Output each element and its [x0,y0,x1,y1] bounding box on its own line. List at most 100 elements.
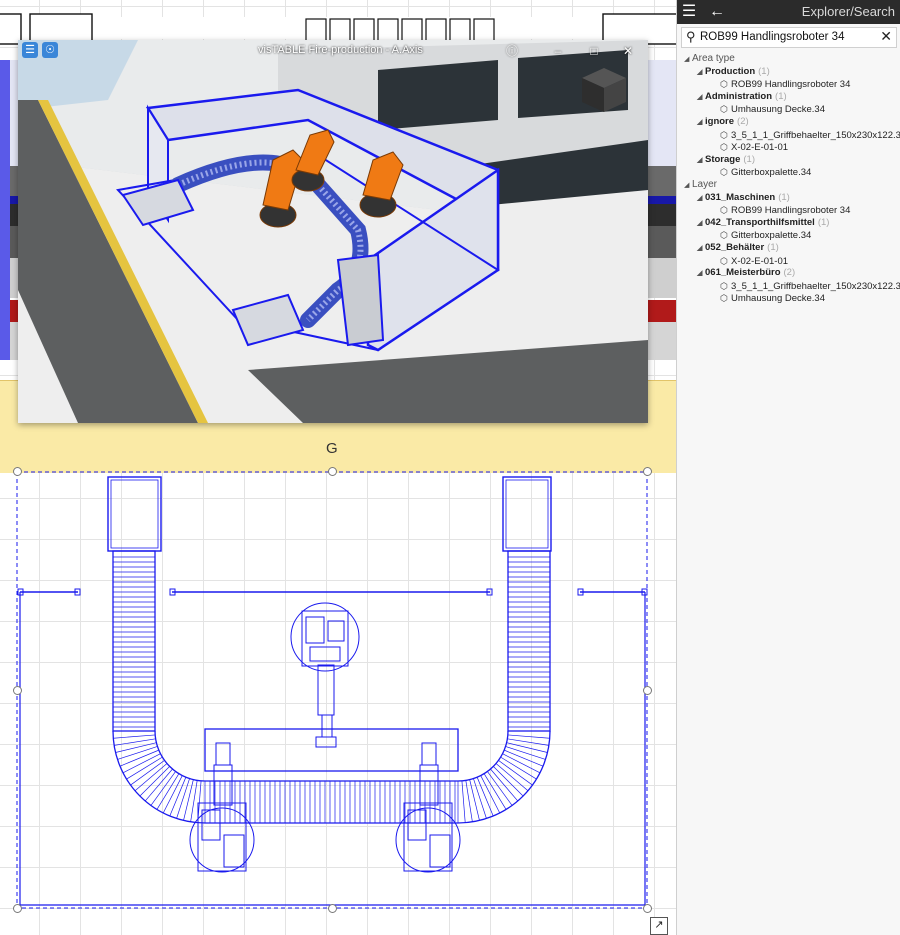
group-count: (2) [737,115,749,127]
item-label: ROB99 Handlingsroboter 34 [731,79,851,91]
tree-section[interactable]: ◢ Layer [677,179,900,192]
cube-icon: ⬡ [720,129,728,140]
robot-symbol[interactable] [189,742,255,873]
group-label: ignore [705,115,735,127]
resize-handle[interactable] [643,467,652,476]
window-title: visTABLE Fire-production - A.Axis [258,44,423,56]
conveyor-roller [461,780,466,823]
tree-item[interactable]: ⬡ Gitterboxpalette.34 [677,229,900,242]
robot-symbol[interactable] [290,602,360,748]
tree-section[interactable]: ◢ Area type [677,53,900,66]
cube-icon: ⬡ [720,167,728,178]
resize-handle[interactable] [13,467,22,476]
conveyor-roller [498,760,533,786]
tree-item[interactable]: ⬡ X-02-E-01-01 [677,255,900,268]
cube-icon: ⬡ [720,280,728,291]
item-label: 3_5_1_1_Griffbehaelter_150x230x122.34 [731,129,900,141]
group-count: (2) [783,267,796,279]
tree-item[interactable]: ⬡ 3_5_1_1_Griffbehaelter_150x230x122.34 [677,129,900,142]
minimize-icon[interactable]: – [548,42,568,60]
conveyor-roller [493,766,524,797]
conveyor-roller [134,763,168,792]
item-label: X-02-E-01-01 [731,142,789,154]
scene-3d[interactable] [18,40,648,423]
tree-group[interactable]: ◢ Production (1) [677,66,900,79]
conveyor-roller [487,771,513,806]
close-icon[interactable]: ✕ [880,28,892,45]
item-label: Gitterboxpalette.34 [731,167,812,179]
cube-icon: ⬡ [720,205,728,216]
search-value[interactable]: ROB99 Handlingsroboter 34 [700,31,844,43]
result-tree: ◢ Area type ◢ Production (1) ⬡ ROB99 Handlin… [677,53,900,305]
group-count: (1) [743,153,755,165]
view-3d-window[interactable]: ☰ ☉ visTABLE Fire-production - A.Axis ⓘ … [18,40,648,423]
robot-symbol[interactable] [395,742,461,873]
group-label: Storage [705,153,741,165]
item-label: Umhausung Decke.34 [731,293,825,305]
cube-icon: ⬡ [720,104,728,115]
resize-handle[interactable] [13,904,22,913]
window-titlebar[interactable]: ☰ ☉ visTABLE Fire-production - A.Axis ⓘ … [18,40,648,62]
tree-group[interactable]: ◢ 031_Maschinen (1) [677,192,900,205]
section-label: Layer [692,178,718,190]
resize-handle[interactable] [643,686,652,695]
tree-group[interactable]: ◢ 052_Behälter (1) [677,242,900,255]
conveyor-roller [495,763,529,792]
resize-handle[interactable] [328,904,337,913]
conveyor-roller [144,768,173,802]
tree-group[interactable]: ◢ 061_Meisterbüro (2) [677,267,900,280]
conveyor-roller [150,771,176,806]
group-label: 061_Meisterbüro [705,267,781,279]
explorer-panel: ☰ ← Explorer/Search ⚲ ROB99 Handlingsrob… [676,0,900,935]
tree-item[interactable]: ⬡ Gitterboxpalette.34 [677,166,900,179]
conveyor-roller [130,760,165,786]
cube-icon: ⬡ [720,79,728,90]
tree-group[interactable]: ◢ Administration (1) [677,91,900,104]
item-label: Gitterboxpalette.34 [731,230,812,242]
group-count: (1) [817,216,830,228]
layout-canvas[interactable]: G ↗ ☰ ☉ visTABLE Fire-production - A.Axi… [0,0,676,935]
tree-item[interactable]: ⬡ Umhausung Decke.34 [677,292,900,305]
zone-label: G [326,440,338,457]
item-label: 3_5_1_1_Griffbehaelter_150x230x122.34 [731,280,900,292]
cube-icon: ⬡ [720,142,728,153]
resize-handle[interactable] [13,686,22,695]
conveyor-roller [113,734,156,739]
close-icon[interactable]: ✕ [618,42,638,60]
tree-item[interactable]: ⬡ ROB99 Handlingsroboter 34 [677,78,900,91]
help-icon[interactable]: ⓘ [502,42,522,60]
tree-item[interactable]: ⬡ X-02-E-01-01 [677,141,900,154]
tree-item[interactable]: ⬡ ROB99 Handlingsroboter 34 [677,204,900,217]
tree-item[interactable]: ⬡ Umhausung Decke.34 [677,103,900,116]
cube-icon: ⬡ [720,255,728,266]
group-label: Production [705,65,756,77]
group-count: (1) [775,90,787,102]
navigation-cube-icon[interactable] [578,64,630,116]
group-count: (1) [778,191,790,203]
hamburger-menu-icon[interactable]: ☰ [677,0,701,24]
hamburger-menu-icon[interactable]: ☰ [22,42,38,58]
resize-handle[interactable] [643,904,652,913]
tree-item[interactable]: ⬡ 3_5_1_1_Griffbehaelter_150x230x122.34 [677,280,900,293]
group-count: (1) [758,65,770,77]
item-label: X-02-E-01-01 [731,255,789,267]
arrow-left-icon[interactable]: ← [705,0,729,24]
tree-group[interactable]: ◢ Storage (1) [677,154,900,167]
conveyor-roller [507,734,550,739]
group-label: Administration [705,90,773,102]
panel-title: Explorer/Search [801,4,895,19]
search-input[interactable]: ⚲ ROB99 Handlingsroboter 34 ✕ [681,27,897,48]
maximize-icon[interactable]: □ [584,42,604,60]
tree-group[interactable]: ◢ ignore (2) [677,116,900,129]
cube-icon: ⬡ [720,230,728,241]
cell-plan-drawing[interactable] [0,465,676,935]
resize-handle[interactable] [328,467,337,476]
layout-band [0,60,10,360]
group-count: (1) [767,241,779,253]
tree-group[interactable]: ◢ 042_Transporthilfsmittel (1) [677,217,900,230]
group-label: 031_Maschinen [705,191,776,203]
expand-icon[interactable]: ↗ [650,917,668,935]
compass-icon[interactable]: ☉ [42,42,58,58]
search-icon: ⚲ [686,29,696,44]
panel-header: ☰ ← Explorer/Search [677,0,900,24]
